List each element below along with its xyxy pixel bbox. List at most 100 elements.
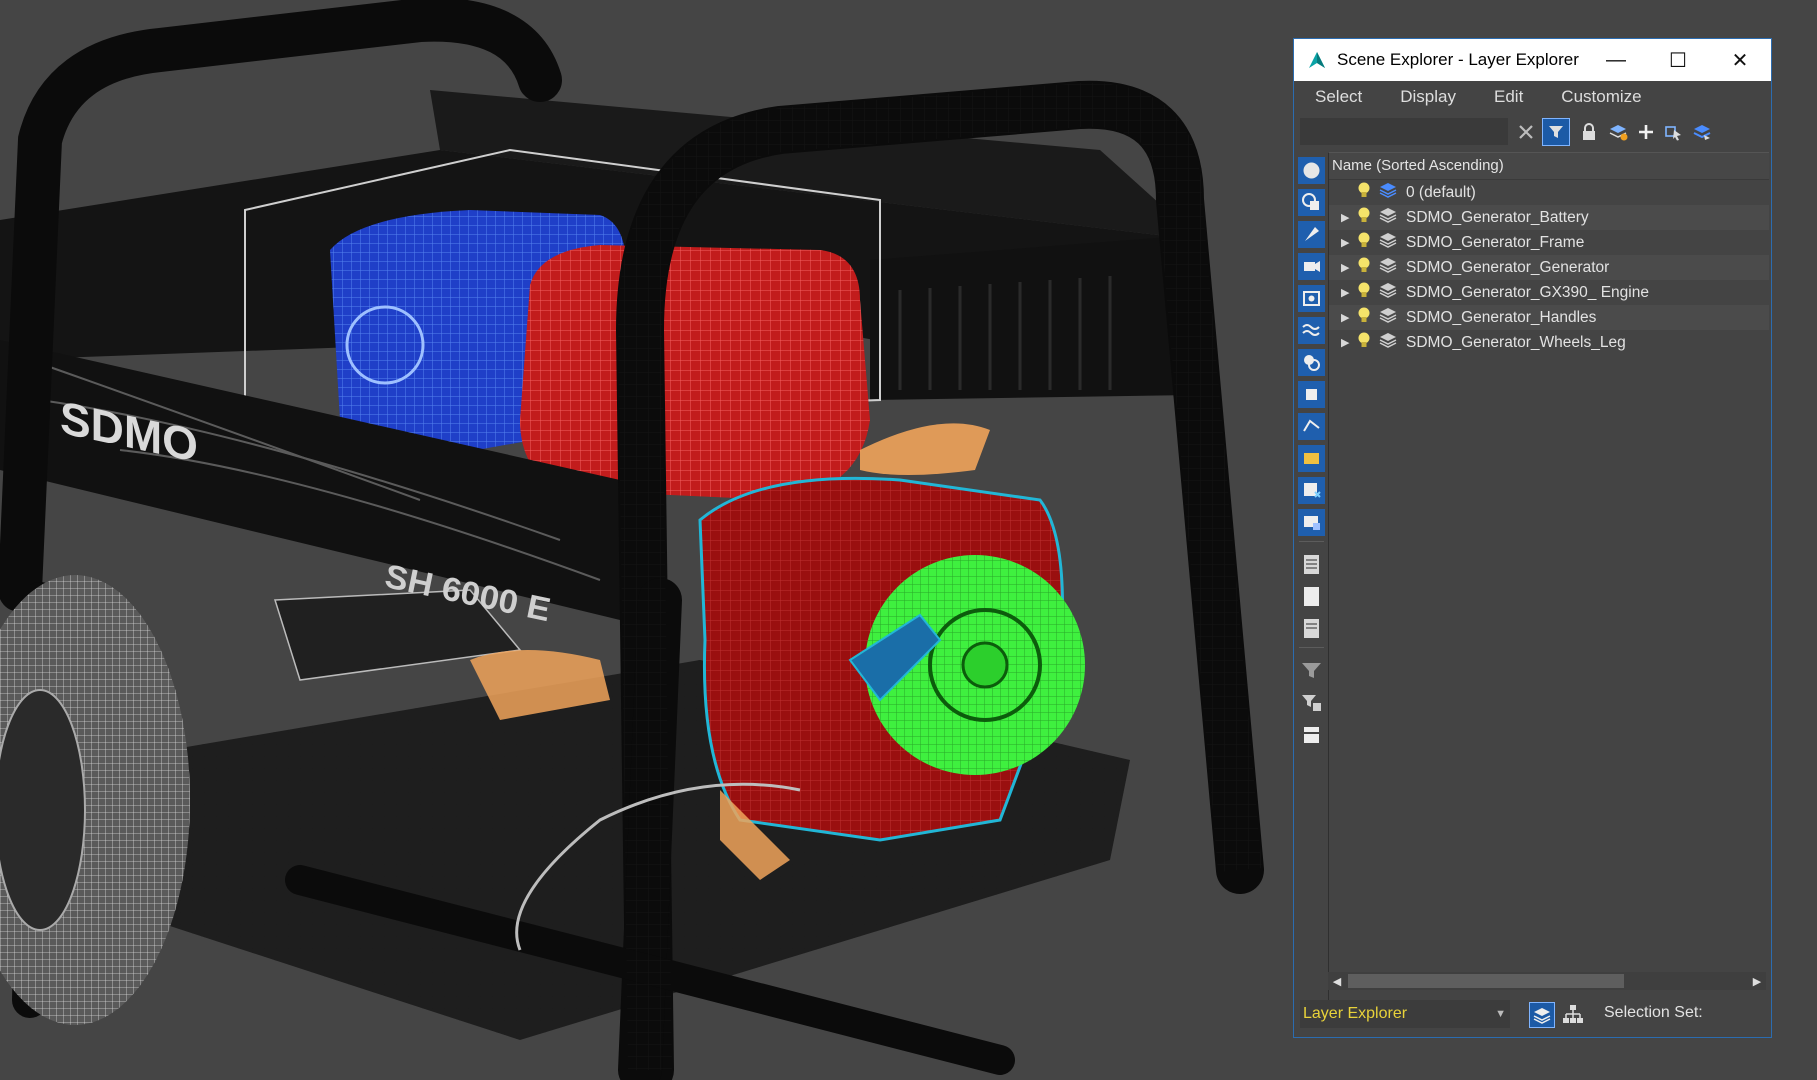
hierarchy-mode-button[interactable] <box>1560 1002 1586 1028</box>
display-frozen-button[interactable] <box>1298 477 1325 504</box>
add-to-layer-button[interactable] <box>1632 118 1660 146</box>
layer-row[interactable]: ▶ SDMO_Generator_Battery <box>1329 205 1769 230</box>
display-helpers-button[interactable] <box>1298 285 1325 312</box>
select-objects-icon <box>1665 126 1681 141</box>
search-input[interactable] <box>1300 118 1508 145</box>
hierarchy-icon <box>1563 1005 1583 1023</box>
layer-row[interactable]: ▶ SDMO_Generator_Wheels_Leg <box>1329 330 1769 355</box>
filter-toggle-button[interactable] <box>1542 118 1570 146</box>
filter-icon <box>1302 663 1321 678</box>
expand-arrow-icon[interactable]: ▶ <box>1341 286 1351 299</box>
new-layer-button[interactable] <box>1604 118 1632 146</box>
side-separator <box>1299 541 1324 542</box>
lightbulb-icon[interactable] <box>1357 281 1373 304</box>
menu-customize[interactable]: Customize <box>1539 87 1657 107</box>
lightbulb-icon[interactable] <box>1357 306 1373 329</box>
expand-arrow-icon[interactable]: ▶ <box>1341 211 1351 224</box>
expand-arrow-icon[interactable]: ▶ <box>1341 336 1351 349</box>
display-cameras-button[interactable] <box>1298 253 1325 280</box>
menu-select[interactable]: Select <box>1294 87 1378 107</box>
container-icon <box>1298 445 1325 472</box>
lightbulb-icon[interactable] <box>1357 206 1373 229</box>
sphere-icon <box>1298 157 1325 184</box>
layer-mode-button[interactable] <box>1529 1002 1555 1028</box>
chevron-down-icon: ▼ <box>1495 1008 1506 1020</box>
hidden-icon <box>1298 509 1325 536</box>
close-button[interactable]: ✕ <box>1709 39 1771 81</box>
minimize-button[interactable]: — <box>1585 39 1647 81</box>
lock-button[interactable] <box>1575 118 1603 146</box>
layers-icon <box>1533 1008 1551 1024</box>
maximize-icon: ☐ <box>1669 49 1687 72</box>
lock-icon <box>1583 123 1595 140</box>
column-header-name[interactable]: Name (Sorted Ascending) <box>1329 153 1769 180</box>
layer-name: SDMO_Generator_Generator <box>1406 258 1610 276</box>
layer-manager-button[interactable] <box>1688 118 1716 146</box>
layer-row[interactable]: 0 (default) <box>1329 180 1769 205</box>
layer-row[interactable]: ▶ SDMO_Generator_GX390_ Engine <box>1329 280 1769 305</box>
display-all-button[interactable] <box>1298 551 1325 578</box>
menu-edit[interactable]: Edit <box>1472 87 1539 107</box>
new-layer-icon <box>1609 125 1628 141</box>
layer-row[interactable]: ▶ SDMO_Generator_Handles <box>1329 305 1769 330</box>
camera-icon <box>1298 253 1325 280</box>
display-hidden-button[interactable] <box>1298 509 1325 536</box>
app-logo-icon <box>1309 52 1325 68</box>
layer-name: 0 (default) <box>1406 183 1476 201</box>
display-containers-button[interactable] <box>1298 445 1325 472</box>
display-invert-button[interactable] <box>1298 615 1325 642</box>
menu-display[interactable]: Display <box>1378 87 1472 107</box>
expand-arrow-icon[interactable]: ▶ <box>1341 311 1351 324</box>
display-geometry-button[interactable] <box>1298 157 1325 184</box>
maximize-button[interactable]: ☐ <box>1647 39 1709 81</box>
explorer-type-dropdown[interactable]: Layer Explorer ▼ <box>1300 1000 1510 1028</box>
horizontal-scrollbar[interactable]: ◀ ▶ <box>1328 972 1766 990</box>
window-title: Scene Explorer - Layer Explorer <box>1337 50 1579 69</box>
layer-row[interactable]: ▶ SDMO_Generator_Generator <box>1329 255 1769 280</box>
layer-stack-icon <box>1378 256 1398 279</box>
scroll-thumb[interactable] <box>1348 974 1624 988</box>
filter-button[interactable] <box>1298 657 1325 684</box>
expand-arrow-icon[interactable]: ▶ <box>1341 261 1351 274</box>
display-xrefs-button[interactable] <box>1298 381 1325 408</box>
layer-name: SDMO_Generator_Wheels_Leg <box>1406 333 1626 351</box>
expand-arrow-icon[interactable]: ▶ <box>1341 236 1351 249</box>
select-objects-button[interactable] <box>1660 118 1688 146</box>
spacewarp-icon <box>1298 317 1325 344</box>
layer-list[interactable]: Name (Sorted Ascending) 0 (default) ▶ SDMO… <box>1328 152 1769 1005</box>
title-bar[interactable]: Scene Explorer - Layer Explorer — ☐ ✕ <box>1294 39 1771 81</box>
invert-icon <box>1304 619 1319 638</box>
layer-name: SDMO_Generator_Frame <box>1406 233 1585 251</box>
layer-name: SDMO_Generator_Battery <box>1406 208 1589 226</box>
group-icon <box>1298 349 1325 376</box>
layer-stack-icon <box>1378 206 1398 229</box>
filter-settings-button[interactable] <box>1298 689 1325 716</box>
display-shapes-button[interactable] <box>1298 189 1325 216</box>
display-spacewarps-button[interactable] <box>1298 317 1325 344</box>
scroll-right-icon[interactable]: ▶ <box>1748 972 1766 990</box>
scroll-left-icon[interactable]: ◀ <box>1328 972 1346 990</box>
display-none-button[interactable] <box>1298 583 1325 610</box>
lightbulb-icon[interactable] <box>1357 231 1373 254</box>
clear-search-button[interactable] <box>1512 118 1540 146</box>
display-bones-button[interactable] <box>1298 413 1325 440</box>
frozen-icon <box>1298 477 1325 504</box>
layer-stack-icon <box>1378 331 1398 354</box>
tabs-button[interactable] <box>1298 721 1325 748</box>
layer-row[interactable]: ▶ SDMO_Generator_Frame <box>1329 230 1769 255</box>
display-lights-button[interactable] <box>1298 221 1325 248</box>
lightbulb-icon[interactable] <box>1357 181 1373 204</box>
minimize-icon: — <box>1606 48 1626 71</box>
layer-name: SDMO_Generator_GX390_ Engine <box>1406 283 1649 301</box>
close-icon: ✕ <box>1731 49 1749 72</box>
toolbar <box>1294 115 1771 149</box>
scene-explorer-window[interactable]: Scene Explorer - Layer Explorer — ☐ ✕ Se… <box>1293 38 1772 1038</box>
display-groups-button[interactable] <box>1298 349 1325 376</box>
none-icon <box>1304 587 1319 606</box>
selection-set-label: Selection Set: <box>1604 1004 1703 1021</box>
filter-toggle-icon <box>1549 126 1563 138</box>
lights-icon <box>1298 221 1325 248</box>
layer-stack-icon <box>1378 231 1398 254</box>
lightbulb-icon[interactable] <box>1357 331 1373 354</box>
lightbulb-icon[interactable] <box>1357 256 1373 279</box>
